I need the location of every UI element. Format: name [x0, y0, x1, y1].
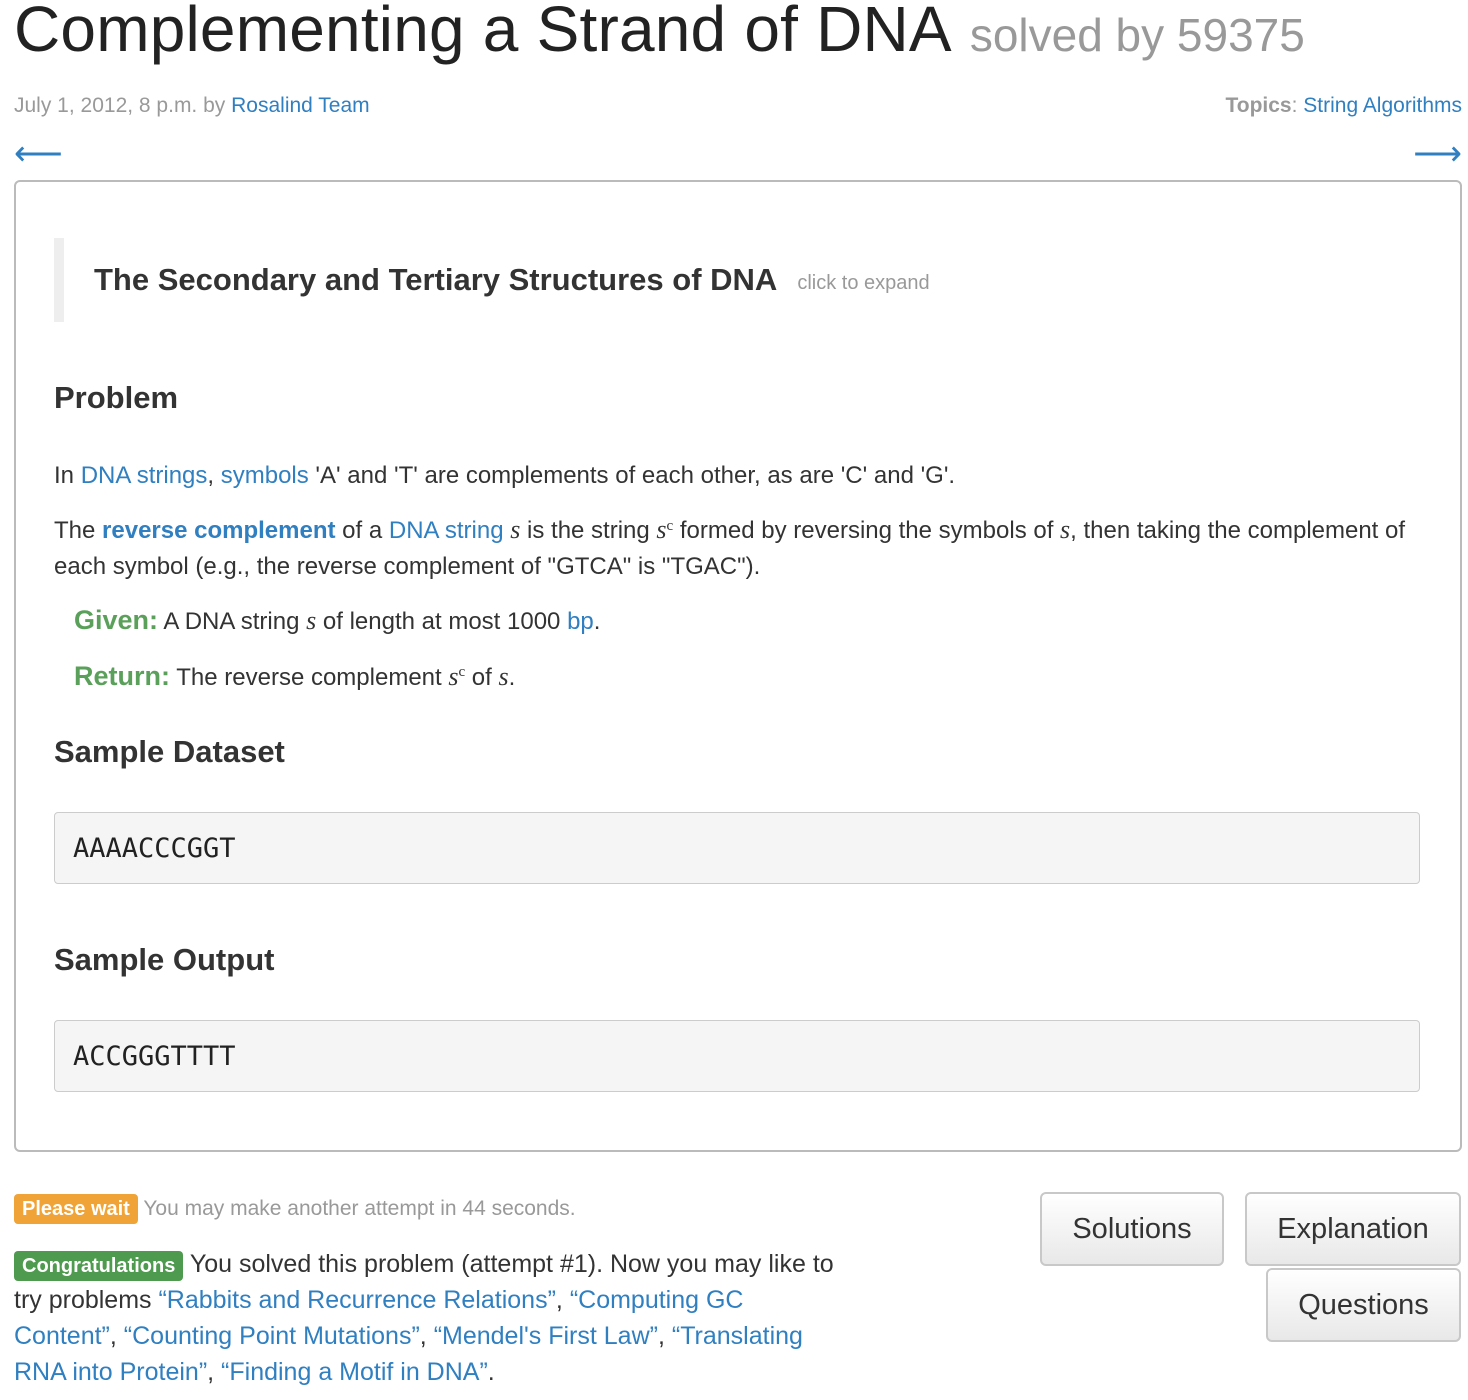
please-wait-badge: Please wait	[14, 1194, 138, 1224]
separator: ,	[109, 1322, 124, 1350]
publish-date: July 1, 2012, 8 p.m. by	[14, 94, 232, 117]
problem-paragraph-1: In DNA strings, symbols 'A' and 'T' are …	[54, 458, 1414, 494]
period: .	[487, 1358, 495, 1386]
text: The reverse complement	[170, 664, 449, 691]
sample-output-heading: Sample Output	[54, 942, 275, 977]
text: of	[465, 664, 499, 691]
congratulations-badge: Congratulations	[14, 1251, 184, 1281]
problem-meta: July 1, 2012, 8 p.m. by Rosalind Team	[14, 94, 370, 118]
given-statement: Given: A DNA string s of length at most …	[74, 602, 1434, 640]
separator: ,	[555, 1286, 570, 1314]
math-variable-s: s	[448, 662, 459, 691]
return-statement: Return: The reverse complement sc of s.	[74, 658, 1434, 696]
story-callout[interactable]: The Secondary and Tertiary Structures of…	[54, 238, 930, 322]
text: The	[54, 517, 103, 544]
text: ,	[207, 462, 221, 489]
math-variable-s: s	[498, 662, 509, 691]
topic-link[interactable]: String Algorithms	[1303, 94, 1462, 117]
sample-dataset-box[interactable]: AAAACCCGGT	[54, 812, 1420, 884]
author-link[interactable]: Rosalind Team	[231, 94, 370, 117]
return-label: Return:	[74, 661, 170, 691]
text: formed by reversing the symbols of	[673, 517, 1061, 544]
topics: Topics: String Algorithms	[1225, 94, 1462, 118]
questions-button[interactable]: Questions	[1266, 1268, 1461, 1342]
text: .	[593, 608, 601, 635]
math-superscript-c: c	[458, 664, 466, 680]
text: .	[508, 664, 516, 691]
text: is the string	[520, 517, 657, 544]
page-title-row: Complementing a Strand of DNA solved by 5…	[14, 0, 1305, 66]
previous-problem-arrow-icon[interactable]: ⟵	[14, 134, 63, 174]
separator: ,	[657, 1322, 672, 1350]
sample-dataset-heading: Sample Dataset	[54, 734, 285, 769]
suggested-problem-link[interactable]: “Mendel's First Law”	[434, 1322, 658, 1350]
problem-paragraph-2: The reverse complement of a DNA string s…	[54, 512, 1414, 585]
story-expand-toggle[interactable]: click to expand	[797, 272, 929, 295]
next-problem-arrow-icon[interactable]: ⟶	[1413, 134, 1462, 174]
math-variable-s: s	[1060, 515, 1071, 544]
problem-panel: The Secondary and Tertiary Structures of…	[14, 180, 1462, 1152]
text: of length at most 1000	[316, 608, 568, 635]
suggested-problem-link[interactable]: “Finding a Motif in DNA”	[221, 1358, 488, 1386]
solved-count: solved by 59375	[969, 9, 1305, 61]
given-label: Given:	[74, 605, 159, 635]
math-variable-s: s	[306, 606, 317, 635]
symbols-link[interactable]: symbols	[221, 462, 309, 489]
congratulations-message: Congratulations You solved this problem …	[14, 1246, 834, 1390]
text: A DNA string	[158, 608, 307, 635]
reverse-complement-link[interactable]: reverse complement	[102, 517, 335, 544]
text: 'A' and 'T' are complements of each othe…	[308, 462, 956, 489]
problem-heading: Problem	[54, 380, 179, 415]
suggested-problem-link[interactable]: “Rabbits and Recurrence Relations”	[158, 1286, 555, 1314]
math-variable-s: s	[510, 515, 521, 544]
dna-strings-link[interactable]: DNA strings	[81, 462, 208, 489]
sample-output-box[interactable]: ACCGGGTTTT	[54, 1020, 1420, 1092]
text: of a	[335, 517, 389, 544]
topics-colon: :	[1291, 94, 1304, 117]
story-title: The Secondary and Tertiary Structures of…	[94, 262, 778, 297]
wait-status: Please wait You may make another attempt…	[14, 1194, 576, 1224]
explanation-button[interactable]: Explanation	[1245, 1192, 1461, 1266]
topics-label: Topics	[1225, 94, 1292, 117]
solutions-button[interactable]: Solutions	[1040, 1192, 1224, 1266]
text: In	[54, 462, 81, 489]
separator: ,	[207, 1358, 222, 1386]
math-variable-s: s	[656, 515, 667, 544]
page-title: Complementing a Strand of DNA	[14, 0, 952, 65]
suggested-problem-link[interactable]: “Counting Point Mutations”	[124, 1322, 420, 1350]
bp-link[interactable]: bp	[567, 608, 594, 635]
dna-string-link[interactable]: DNA string	[389, 517, 504, 544]
math-superscript-c: c	[666, 518, 674, 534]
wait-message: You may make another attempt in 44 secon…	[143, 1197, 576, 1220]
separator: ,	[419, 1322, 434, 1350]
